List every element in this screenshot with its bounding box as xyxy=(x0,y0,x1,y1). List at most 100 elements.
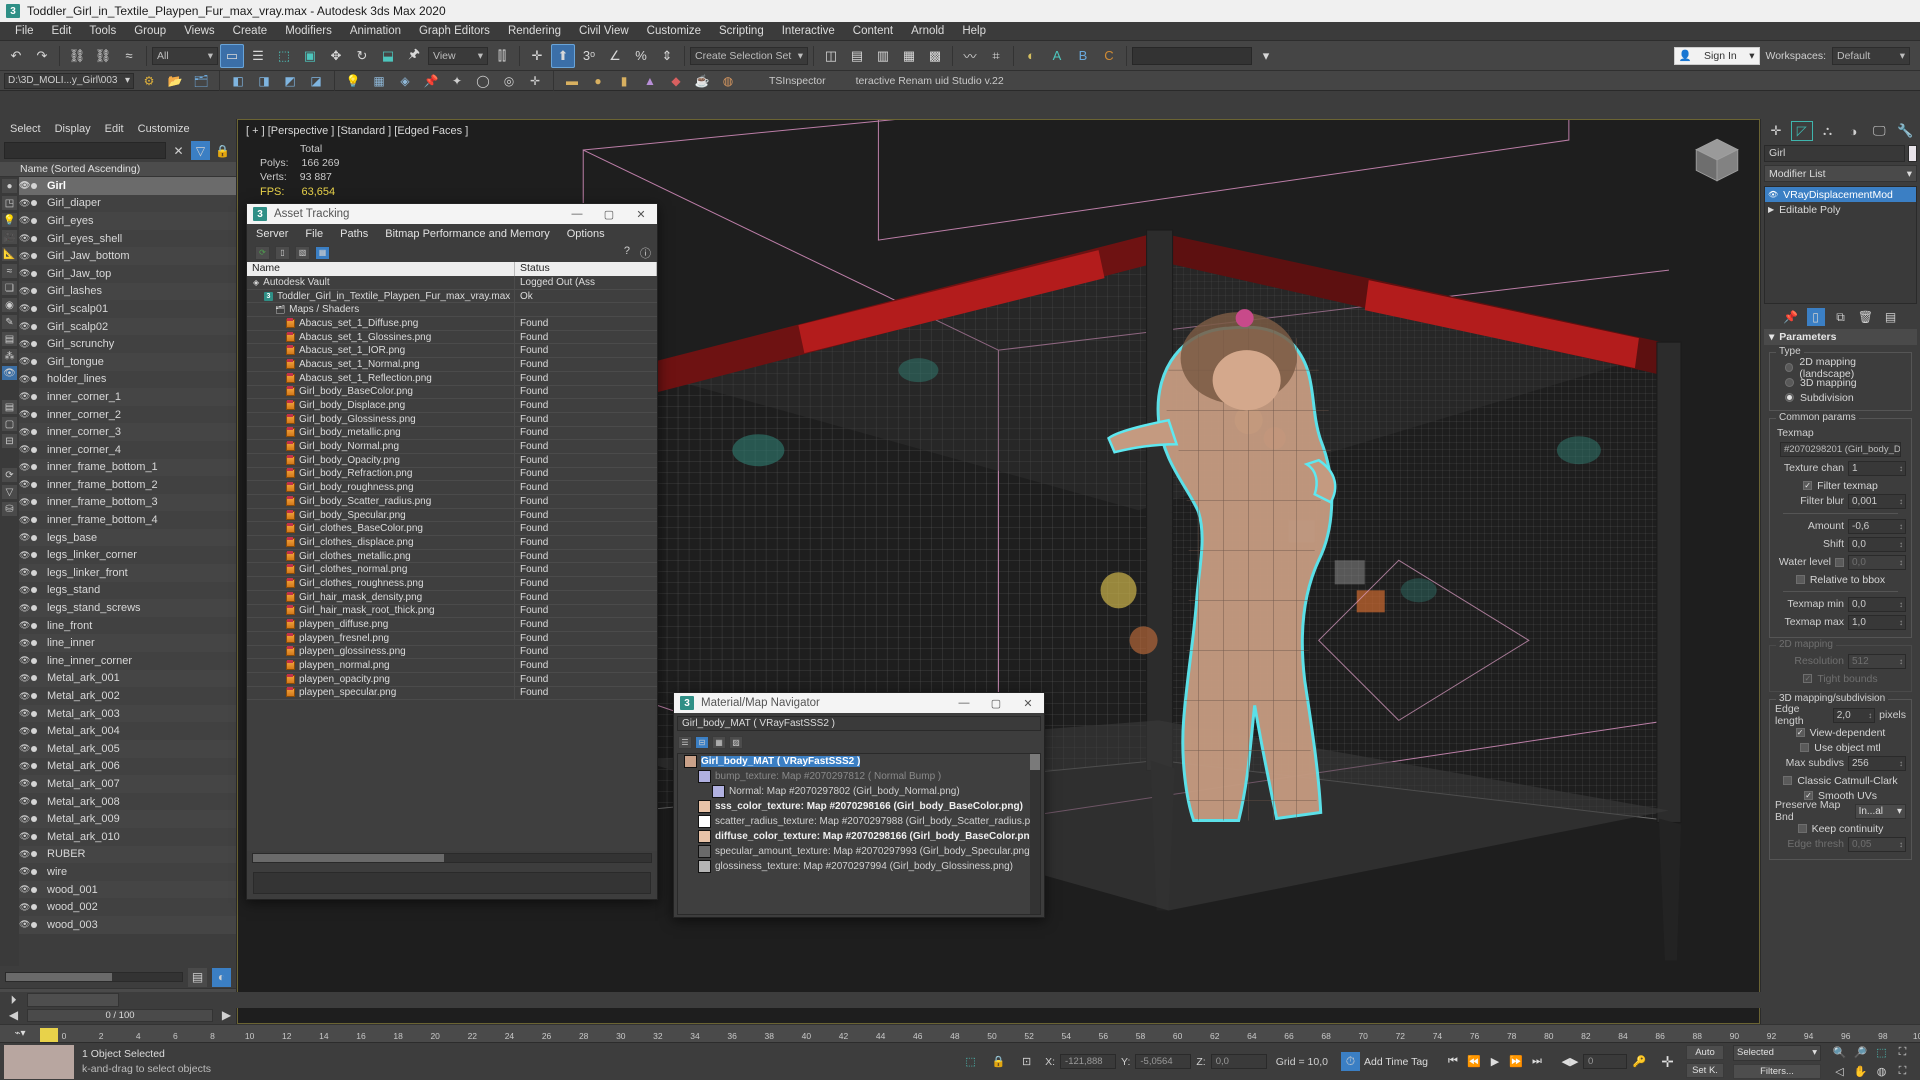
pyramid-icon[interactable]: ◆ xyxy=(665,70,687,92)
explorer-item[interactable]: 👁 inner_frame_bottom_4 xyxy=(19,511,236,529)
explorer-menu-select[interactable]: Select xyxy=(10,123,41,135)
explorer-filter-icons[interactable]: ● ◳ 💡 🎥 📐 ≈ ❏ ◉ ✎ ▤ ⁂ 👁 ▤ ▢ ⊟ ⟳ ▽ ⛁ xyxy=(0,177,19,966)
shift-spinner[interactable]: 0,0 xyxy=(1848,536,1906,552)
material-tree-item[interactable]: glossiness_texture: Map #2070297994 (Gir… xyxy=(678,859,1040,874)
show-end-result-icon[interactable]: ▯ xyxy=(1806,308,1825,326)
visibility-eye-icon[interactable]: 👁 xyxy=(19,603,30,614)
use-object-mtl-checkbox[interactable]: Use object mtl xyxy=(1775,740,1906,755)
visibility-eye-icon[interactable]: 👁 xyxy=(19,286,30,297)
explorer-item[interactable]: 👁 inner_frame_bottom_3 xyxy=(19,493,236,512)
at-menu-paths[interactable]: Paths xyxy=(340,228,368,240)
freeze-dot-icon[interactable] xyxy=(31,270,37,277)
visibility-eye-icon[interactable]: 👁 xyxy=(19,339,30,350)
snap-3-icon[interactable]: 3ᵒ xyxy=(577,44,601,68)
explorer-item[interactable]: 👁 Girl_scalp01 xyxy=(19,300,236,318)
freeze-dot-icon[interactable] xyxy=(31,798,37,805)
target-icon[interactable]: ◎ xyxy=(498,70,520,92)
track-bar[interactable]: ⌁▾ 0 2 4 6 8 10 12 14 16 18 20 22 24 26 28 30 32 34 36 38 40… xyxy=(0,1024,1920,1042)
visibility-eye-icon[interactable]: 👁 xyxy=(19,902,30,913)
filter-cameras-icon[interactable]: 🎥 xyxy=(1,229,18,245)
visibility-eye-icon[interactable]: 👁 xyxy=(19,321,30,332)
table-row[interactable]: Girl_hair_mask_density.png Found xyxy=(247,590,657,605)
sort-flat-icon[interactable]: ▢ xyxy=(1,416,18,432)
freeze-dot-icon[interactable] xyxy=(31,341,37,348)
play-animation-icon[interactable]: ▶ xyxy=(1485,1053,1505,1071)
lock-icon[interactable]: 🔒 xyxy=(213,141,232,160)
texture-channel-spinner[interactable]: 1 xyxy=(1848,460,1906,476)
filters-button[interactable]: Filters... xyxy=(1733,1063,1821,1079)
sort-layer-icon[interactable]: ▤ xyxy=(1,399,18,415)
explorer-menu-customize[interactable]: Customize xyxy=(138,123,190,135)
freeze-dot-icon[interactable] xyxy=(31,217,37,224)
material-tree-vscrollbar[interactable] xyxy=(1030,754,1040,914)
set-key-plus-icon[interactable]: ✛ xyxy=(1658,1053,1677,1071)
water-level-spinner[interactable]: 0,0 xyxy=(1848,554,1906,570)
explorer-item[interactable]: 👁 Metal_ark_001 xyxy=(19,669,236,688)
visibility-eye-icon[interactable]: 👁 xyxy=(19,761,30,772)
material-tree-item[interactable]: specular_amount_texture: Map #2070297993… xyxy=(678,844,1040,859)
goto-end-icon[interactable]: ⏭ xyxy=(1527,1053,1547,1071)
command-search-field[interactable] xyxy=(1132,46,1252,65)
visibility-eye-icon[interactable]: 👁 xyxy=(19,567,30,578)
texmap-min-spinner[interactable]: 0,0 xyxy=(1848,596,1906,612)
freeze-dot-icon[interactable] xyxy=(31,552,37,559)
play-next-icon[interactable]: ▶ xyxy=(217,1006,236,1025)
visibility-eye-icon[interactable]: 👁 xyxy=(19,849,30,860)
explorer-item[interactable]: 👁 Metal_ark_007 xyxy=(19,775,236,793)
explorer-item[interactable]: 👁 holder_lines xyxy=(19,370,236,389)
menu-edit[interactable]: Edit xyxy=(43,25,81,37)
table-row[interactable]: Girl_hair_mask_root_thick.png Found xyxy=(247,604,657,619)
box-icon[interactable]: ▬ xyxy=(561,70,583,92)
parameters-rollup-header[interactable]: ▾ Parameters xyxy=(1764,329,1917,345)
max-subdivs-spinner[interactable]: 256 xyxy=(1848,755,1906,771)
isolate-selection-icon[interactable]: ⬚ xyxy=(961,1053,980,1070)
secondary-toolbar[interactable]: D:\3D_MOLI...y_Girl\003 ▾ ⚙ 📂 🗂 ◧ ◨ ◩ ◪ 💡… xyxy=(0,70,1920,92)
explorer-item[interactable]: 👁 wood_001 xyxy=(19,880,236,899)
field-of-view-icon[interactable]: ◁ xyxy=(1830,1063,1849,1080)
water-level-checkbox[interactable] xyxy=(1835,557,1844,567)
material-tree-item[interactable]: bump_texture: Map #2070297812 ( Normal B… xyxy=(678,769,1040,784)
filter-helpers-icon[interactable]: 📐 xyxy=(1,246,18,262)
explorer-item[interactable]: 👁 wood_003 xyxy=(19,915,236,934)
visibility-eye-icon[interactable]: 👁 xyxy=(1768,190,1778,199)
filter-blur-row[interactable]: Filter blur 0,001 xyxy=(1775,493,1906,509)
texmap-max-spinner[interactable]: 1,0 xyxy=(1848,614,1906,630)
cross-icon[interactable]: ✛ xyxy=(524,70,546,92)
explorer-layers-icon[interactable]: ▤ xyxy=(188,967,207,987)
window-controls[interactable]: — ▢ ✕ xyxy=(948,693,1044,713)
zoom-extents-icon[interactable]: ⬚ xyxy=(1872,1044,1891,1061)
visibility-eye-icon[interactable]: 👁 xyxy=(19,919,30,930)
at-menu-file[interactable]: File xyxy=(305,228,323,240)
timeline-ticks[interactable]: 0 2 4 6 8 10 12 14 16 18 20 22 24 26 28 30 32 34 36 38 40 42 4… xyxy=(62,1024,1920,1042)
render-production-icon[interactable]: C xyxy=(1097,44,1121,68)
filter-visibility-icon[interactable]: 👁 xyxy=(1,365,18,381)
material-tree-item[interactable]: Girl_body_MAT ( VRayFastSSS2 ) xyxy=(678,754,1040,769)
visibility-eye-icon[interactable]: 👁 xyxy=(19,515,30,526)
pin-icon[interactable]: 📌 xyxy=(420,70,442,92)
max-subdivs-row[interactable]: Max subdivs 256 xyxy=(1775,755,1906,771)
filter-icon[interactable]: ▽ xyxy=(191,141,210,160)
freeze-dot-icon[interactable] xyxy=(31,904,37,911)
object-color-swatch[interactable] xyxy=(1908,144,1917,162)
shift-row[interactable]: Shift 0,0 xyxy=(1775,536,1906,552)
table-row[interactable]: Girl_clothes_normal.png Found xyxy=(247,563,657,578)
frame-counter[interactable]: 0 / 100 xyxy=(27,1008,213,1022)
table-row[interactable]: 3 Toddler_Girl_in_Textile_Playpen_Fur_max… xyxy=(247,289,657,304)
freeze-dot-icon[interactable] xyxy=(31,393,37,400)
minimize-icon[interactable]: — xyxy=(561,204,593,224)
menu-help[interactable]: Help xyxy=(953,25,995,37)
ribbon-toggle-icon[interactable]: ▩ xyxy=(923,44,947,68)
visibility-eye-icon[interactable]: 👁 xyxy=(19,620,30,631)
water-level-row[interactable]: Water level 0,0 xyxy=(1775,554,1906,570)
table-row[interactable]: playpen_normal.png Found xyxy=(247,659,657,673)
texmap-button[interactable]: #2070298201 (Girl_body_Displace.p xyxy=(1780,442,1901,457)
material-map-tree[interactable]: Girl_body_MAT ( VRayFastSSS2 ) bump_textu… xyxy=(677,753,1041,915)
relative-bbox-checkbox[interactable]: Relative to bbox xyxy=(1775,572,1906,587)
table-row[interactable]: Abacus_set_1_IOR.png Found xyxy=(247,344,657,359)
filter-groups-icon[interactable]: ❏ xyxy=(1,280,18,296)
tool-a-icon[interactable]: ◧ xyxy=(227,70,249,92)
help-icon[interactable]: ? xyxy=(624,245,630,261)
freeze-dot-icon[interactable] xyxy=(31,517,37,524)
table-row[interactable]: 🗂 Maps / Shaders xyxy=(247,303,657,318)
explorer-item[interactable]: 👁 Girl_eyes_shell xyxy=(19,229,236,248)
